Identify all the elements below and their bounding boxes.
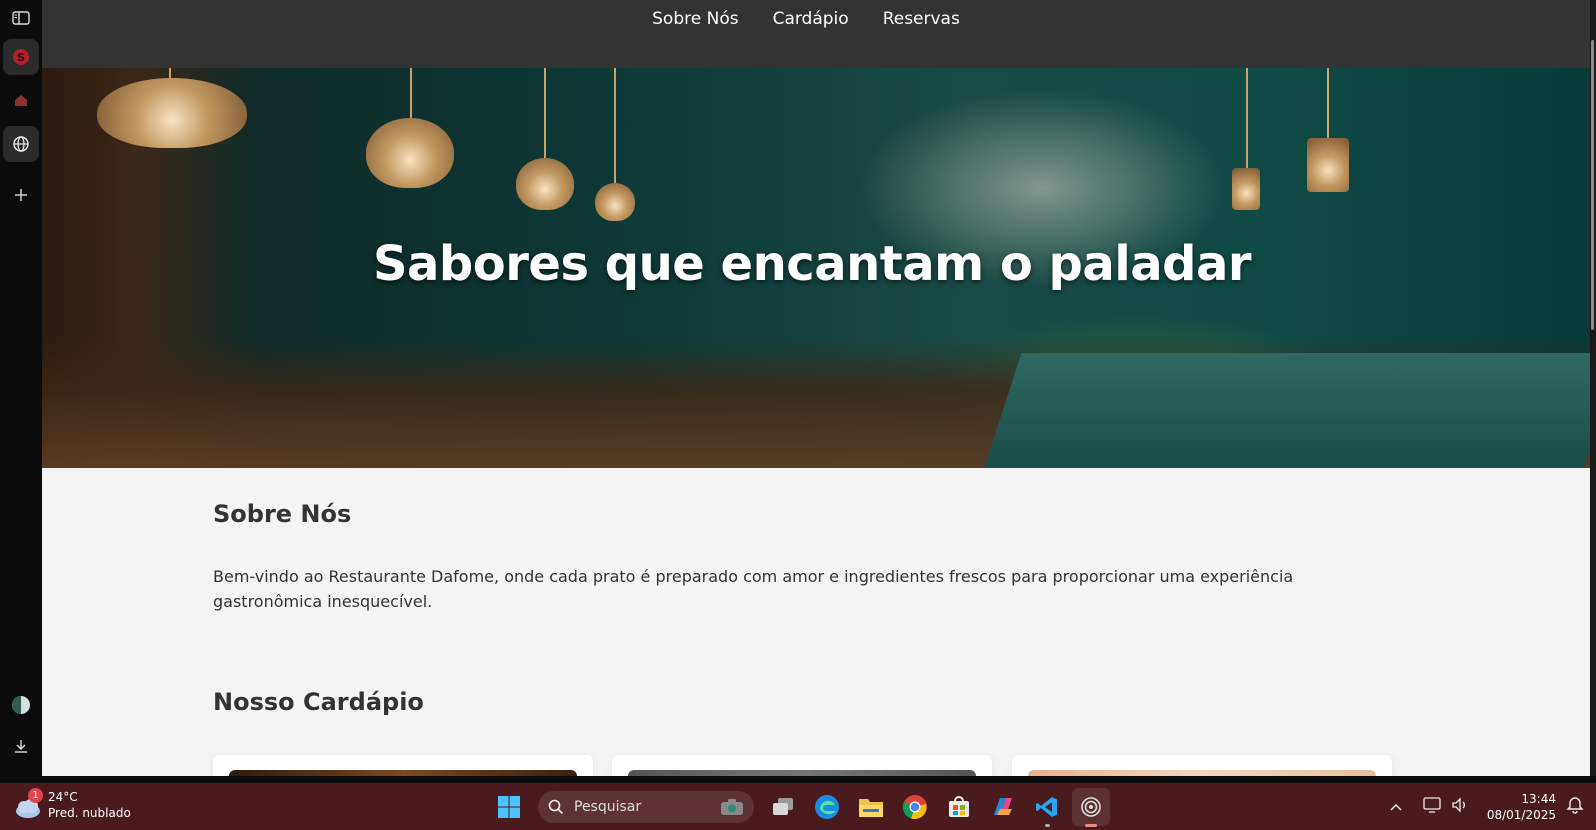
sidebar-toggle-icon[interactable] [3,0,39,36]
pendant-lamp [1232,168,1260,210]
browser-viewport: Sobre Nós Cardápio Reservas Sabores que … [42,0,1590,776]
volume-icon[interactable] [1451,796,1469,817]
pendant-lamp [97,78,247,148]
weather-widget[interactable]: 1 24°C Pred. nublado [14,788,131,821]
browser-sidebar: S [0,0,42,783]
svg-text:S: S [17,51,25,64]
pendant-lamp [516,158,574,210]
hero-image-counter [982,353,1590,468]
menu-card-image [628,770,976,776]
app-red-icon[interactable]: S [3,39,39,75]
profile-icon[interactable] [3,687,39,723]
clock-date: 08/01/2025 [1486,807,1556,822]
search-icon [548,799,564,815]
task-view-icon[interactable] [764,788,802,826]
weather-badge: 1 [28,788,43,803]
pendant-lamp [366,118,454,188]
globe-icon[interactable] [3,126,39,162]
clock[interactable]: 13:44 08/01/2025 [1487,791,1556,823]
copilot-icon[interactable] [984,788,1022,826]
taskbar-search[interactable]: Pesquisar [538,791,754,823]
menu-card-image [229,770,577,776]
nav-link-sobre-nos[interactable]: Sobre Nós [652,9,738,68]
network-icon[interactable] [1423,796,1441,817]
notification-bell-icon[interactable] [1566,796,1584,818]
menu-card[interactable] [213,755,593,776]
add-icon[interactable] [3,177,39,213]
download-icon[interactable] [3,728,39,764]
site-nav: Sobre Nós Cardápio Reservas [42,0,1590,68]
hero-banner: Sabores que encantam o paladar [42,68,1590,468]
file-explorer-icon[interactable] [852,788,890,826]
chrome-icon[interactable] [896,788,934,826]
chevron-up-icon[interactable] [1389,797,1403,816]
cloud-icon: 1 [14,788,43,818]
app-circle-icon[interactable] [1072,788,1110,827]
clock-time: 13:44 [1521,791,1556,806]
weather-condition: Pred. nublado [48,806,131,820]
menu-card[interactable] [612,755,992,776]
system-tray: 13:44 08/01/2025 [1389,783,1596,830]
taskbar: 1 24°C Pred. nublado Pesquisar 13:44 08/… [0,783,1596,830]
house-icon[interactable] [3,82,39,118]
hero-title: Sabores que encantam o paladar [372,236,1252,292]
menu-title: Nosso Cardápio [213,688,424,716]
pendant-lamp [1307,138,1349,192]
nav-link-reservas[interactable]: Reservas [883,9,960,68]
nav-link-cardapio[interactable]: Cardápio [773,9,849,68]
menu-card[interactable] [1012,755,1392,776]
menu-card-image [1028,770,1376,776]
about-title: Sobre Nós [213,500,352,528]
edge-icon[interactable] [808,788,846,826]
start-icon[interactable] [490,788,528,826]
store-icon[interactable] [940,788,978,826]
vscode-icon[interactable] [1028,788,1066,827]
pendant-lamp [595,183,635,221]
camera-icon [721,799,743,815]
search-placeholder: Pesquisar [574,799,642,815]
weather-temp: 24°C [48,790,78,804]
scrollbar-thumb[interactable] [1591,40,1594,330]
about-text: Bem-vindo ao Restaurante Dafome, onde ca… [213,567,1294,611]
